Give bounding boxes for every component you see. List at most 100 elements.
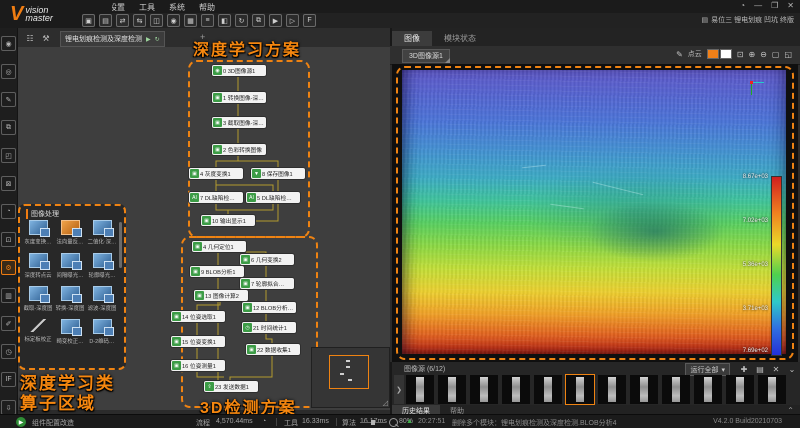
flow-loop-icon[interactable]: ↻ [155, 36, 160, 43]
data-queue-icon[interactable]: ⧉ [252, 14, 265, 27]
flow-node[interactable]: ▣ 22 数据收集1 [246, 344, 300, 355]
annotate-pencil-icon[interactable]: ✎ [676, 50, 683, 59]
flow-node[interactable]: AI 5 DL缺陷检… [246, 192, 300, 203]
operator-item[interactable]: 转换-深度图 [54, 286, 86, 312]
zoom-out-icon[interactable]: ⊖ [760, 50, 767, 59]
flow-node[interactable]: ▣ 16 位姿测量1 [171, 360, 225, 371]
project-indicator[interactable]: ▤ 易位三 锂电划痕 凹坑 终版 [702, 15, 794, 25]
window-layout-icon[interactable]: ◫ [150, 14, 163, 27]
image-panel-tab[interactable]: 模块状态 [432, 31, 488, 46]
image-edit-icon[interactable]: ✎ [1, 92, 16, 107]
if-logic-icon[interactable]: IF [1, 372, 16, 387]
menu-item[interactable]: 系统 [167, 2, 187, 13]
run-icon[interactable]: ▶ [269, 14, 282, 27]
download-icon[interactable]: ⇩ [1, 400, 16, 415]
flow-node[interactable]: ▼ 8 保存图像1 [251, 168, 305, 179]
delete-image-button[interactable]: ✕ [770, 363, 782, 375]
operator-item[interactable]: 畸变校正… [54, 319, 86, 345]
flow-node[interactable]: ◷ 21 时间统计1 [242, 322, 296, 333]
import-icon[interactable]: ⇄ [116, 14, 129, 27]
operator-scrollbar[interactable] [119, 222, 122, 268]
flow-node[interactable]: ▣ 9 BLOB分析1 [190, 266, 244, 277]
image-panel-tab[interactable]: 图像 [392, 31, 432, 46]
result-check-icon[interactable]: ⊡ [1, 232, 16, 247]
image-source-dropdown[interactable]: 3D图像源1 [402, 49, 450, 63]
save-icon[interactable]: ▣ [82, 14, 95, 27]
camera-icon[interactable]: ◉ [167, 14, 180, 27]
operator-item[interactable]: 间隔曝光… [54, 253, 86, 279]
brush-icon[interactable]: ✐ [1, 316, 16, 331]
image-viewport[interactable]: 8.67e+03 7.02e+03 5.36e+03 3.71e+03 7.69e+02 [392, 64, 798, 362]
image-thumbnail[interactable] [726, 375, 754, 404]
operator-item[interactable]: 深度转点云 [22, 253, 54, 279]
restore-icon[interactable]: ❐ [771, 1, 778, 10]
filmstrip-collapse-icon[interactable]: ⌄ [786, 363, 798, 375]
flow-node[interactable]: AI 7 DL缺陷检… [189, 192, 243, 203]
image-thumbnail[interactable] [438, 375, 466, 404]
one-to-one-icon[interactable]: ▢ [772, 50, 780, 59]
flow-node[interactable]: ▣ 15 位姿变换1 [171, 336, 225, 347]
operator-item[interactable]: 截取-深度图 [22, 286, 54, 312]
flow-minimap[interactable]: ◿ [311, 347, 390, 408]
image-thumbnail[interactable] [406, 375, 434, 404]
image-thumbnail[interactable] [502, 375, 530, 404]
communication-icon[interactable]: ↻ [235, 14, 248, 27]
chart-icon[interactable]: ▥ [1, 288, 16, 303]
flow-node[interactable]: ▣ 3 截取图像-深… [212, 117, 266, 128]
camera-source-icon[interactable]: ◉ [1, 36, 16, 51]
image-stack-icon[interactable]: ⧉ [1, 120, 16, 135]
image-thumbnail[interactable] [534, 375, 562, 404]
flow-node[interactable]: ▣ 13 图像计算2 [194, 290, 248, 301]
region-delete-icon[interactable]: ⊠ [1, 176, 16, 191]
fit-view-icon[interactable]: ⊡ [737, 50, 744, 59]
history-clock-icon[interactable]: ◷ [1, 344, 16, 359]
minimap-resize-icon[interactable]: ◿ [383, 399, 388, 407]
image-thumbnail[interactable] [565, 374, 595, 405]
menu-item[interactable]: 工具 [137, 2, 157, 13]
flow-node[interactable]: ▣ 4 几何定位1 [192, 241, 246, 252]
export-icon[interactable]: ⇆ [133, 14, 146, 27]
flow-node[interactable]: ▣ 7 轮廓拟合… [240, 278, 294, 289]
operator-item[interactable]: 滤波-深度图 [86, 286, 118, 312]
flow-node[interactable]: ◉ 0 3D图像源1 [212, 65, 266, 76]
flow-node[interactable]: ▣ 6 几何变换2 [240, 254, 294, 265]
filmstrip-expand-button[interactable]: ❯ [394, 375, 404, 404]
status-play-button[interactable]: ▶ [16, 417, 26, 427]
io-module-icon[interactable]: ◧ [218, 14, 231, 27]
operator-item[interactable]: 二值化·深… [86, 220, 118, 246]
flow-node[interactable]: ⇪ 23 发送数据1 [204, 381, 258, 392]
color-swatch[interactable] [719, 49, 732, 59]
image-thumbnail[interactable] [758, 375, 786, 404]
analysis-pie-icon[interactable]: ◔ [1, 204, 16, 219]
operator-item[interactable]: D-2维码… [86, 319, 118, 345]
image-thumbnail[interactable] [630, 375, 658, 404]
session-time-icon[interactable]: ◔ [740, 1, 745, 10]
image-thumbnail[interactable] [662, 375, 690, 404]
minimize-icon[interactable]: — [754, 1, 762, 10]
minimap-viewport[interactable] [329, 355, 369, 389]
operator-item[interactable]: 标定板校正 [22, 319, 54, 345]
flow-node[interactable]: ▣ 1 转换图像-深… [212, 92, 266, 103]
flow-run-icon[interactable]: ▶ [146, 36, 151, 43]
roi-capture-icon[interactable]: ◰ [1, 148, 16, 163]
zoom-slider[interactable] [360, 420, 386, 425]
image-folder-button[interactable]: ▤ [754, 363, 766, 375]
image-thumbnail[interactable] [470, 375, 498, 404]
flow-node[interactable]: ▣ 10 输出显示1 [201, 215, 255, 226]
operator-item[interactable]: 法向量反… [54, 220, 86, 246]
film-grid-icon[interactable]: ▦ [184, 14, 197, 27]
operator-item[interactable]: 灰度变换… [22, 220, 54, 246]
flow-node[interactable]: ▣ 2 色彩转换图像 [212, 144, 266, 155]
calibration-icon[interactable]: ◎ [1, 64, 16, 79]
flow-node[interactable]: ▣ 4 灰度变换1 [189, 168, 243, 179]
flow-tab[interactable]: 锂电划痕检测及深度检测 ▶ ↻ [60, 31, 165, 47]
zoom-in-icon[interactable]: ⊕ [748, 50, 755, 59]
flow-node[interactable]: ▣ 12 BLOB分析… [242, 302, 296, 313]
open-folder-icon[interactable]: ▤ [99, 14, 112, 27]
operator-item[interactable]: 轮廓曝光… [86, 253, 118, 279]
run-once-icon[interactable]: ▷ [286, 14, 299, 27]
menu-item[interactable]: 帮助 [197, 2, 217, 13]
memory-icon[interactable]: ≡ [201, 14, 214, 27]
image-thumbnail[interactable] [694, 375, 722, 404]
tool-wrench-icon[interactable]: ⚒ [40, 32, 52, 44]
